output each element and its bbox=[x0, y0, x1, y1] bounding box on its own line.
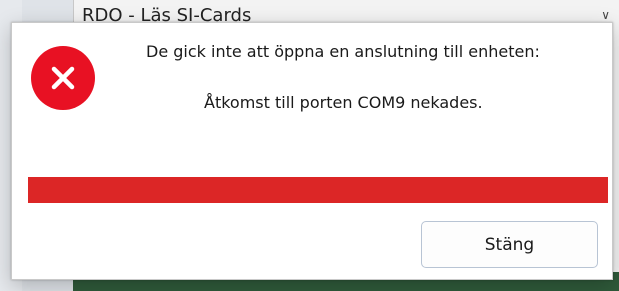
chevron-down-icon[interactable]: ∨ bbox=[601, 8, 610, 22]
error-icon bbox=[31, 46, 95, 110]
close-button[interactable]: Stäng bbox=[421, 221, 598, 268]
error-bar bbox=[28, 177, 608, 203]
error-message-line2: Åtkomst till porten COM9 nekades. bbox=[204, 93, 483, 112]
error-message-line1: De gick inte att öppna en anslutning til… bbox=[146, 42, 540, 61]
error-dialog: De gick inte att öppna en anslutning til… bbox=[11, 22, 613, 280]
